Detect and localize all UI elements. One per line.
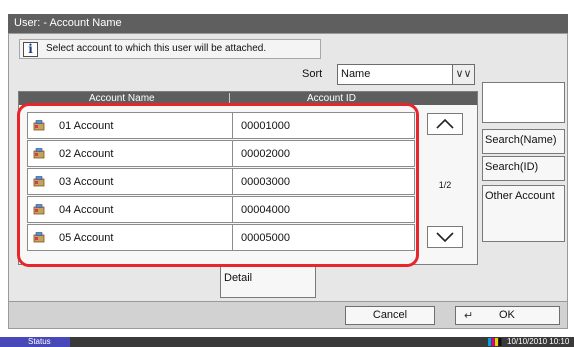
account-name-cell: 01 Account (28, 113, 233, 138)
account-id: 00005000 (241, 232, 290, 244)
search-input[interactable] (482, 82, 565, 123)
account-name: 05 Account (59, 232, 114, 244)
main-panel: i Select account to which this user will… (8, 33, 568, 329)
account-name-cell: 05 Account (28, 225, 233, 250)
account-id: 00002000 (241, 148, 290, 160)
account-name-cell: 02 Account (28, 141, 233, 166)
chevron-up-icon (436, 119, 454, 129)
status-button[interactable]: Status (0, 337, 70, 347)
message-text: Select account to which this user will b… (46, 43, 267, 54)
table-row[interactable]: 05 Account 00005000 (27, 224, 415, 251)
scroll-up-button[interactable] (427, 113, 463, 135)
account-id: 00001000 (241, 120, 290, 132)
cancel-button[interactable]: Cancel (345, 306, 435, 325)
account-name: 02 Account (59, 148, 114, 160)
account-id: 00004000 (241, 204, 290, 216)
header-divider (229, 93, 230, 104)
account-name-cell: 03 Account (28, 169, 233, 194)
page-indicator: 1/2 (438, 180, 452, 190)
message-box: i Select account to which this user will… (19, 39, 321, 59)
column-header-account-id: Account ID (307, 93, 356, 104)
bottom-bar: Cancel ↵ OK (9, 301, 567, 328)
detail-button[interactable]: Detail (220, 266, 316, 298)
column-header-account-name: Account Name (89, 93, 155, 104)
search-id-button[interactable]: Search(ID) (482, 156, 565, 181)
ok-label: OK (499, 309, 515, 321)
account-icon (33, 232, 45, 243)
account-name: 04 Account (59, 204, 114, 216)
table-row[interactable]: 02 Account 00002000 (27, 140, 415, 167)
account-icon (33, 176, 45, 187)
table-row[interactable]: 03 Account 00003000 (27, 168, 415, 195)
account-table: Account Name Account ID 01 Account 00001… (18, 91, 478, 265)
table-row[interactable]: 01 Account 00001000 (27, 112, 415, 139)
account-icon (33, 120, 45, 131)
enter-icon: ↵ (464, 310, 474, 322)
account-icon (33, 148, 45, 159)
toner-icon (488, 338, 502, 346)
account-name: 03 Account (59, 176, 114, 188)
ok-button[interactable]: ↵ OK (455, 306, 560, 325)
table-header: Account Name Account ID (19, 92, 477, 105)
account-id: 00003000 (241, 176, 290, 188)
account-name-cell: 04 Account (28, 197, 233, 222)
sort-label: Sort (302, 68, 323, 80)
sort-value: Name (341, 68, 371, 80)
account-name: 01 Account (59, 120, 114, 132)
double-chevron-down-icon[interactable]: ∨∨ (452, 65, 474, 84)
table-row[interactable]: 04 Account 00004000 (27, 196, 415, 223)
account-icon (33, 204, 45, 215)
window-title: User: - Account Name (8, 14, 568, 33)
status-bar: Status 10/10/2010 10:10 (0, 337, 574, 347)
sort-select[interactable]: Name ∨∨ (337, 64, 475, 85)
search-name-button[interactable]: Search(Name) (482, 129, 565, 154)
screen: User: - Account Name i Select account to… (0, 0, 574, 347)
info-icon: i (23, 42, 38, 57)
table-rows: 01 Account 00001000 02 Account 00002000 … (27, 112, 415, 252)
other-account-button[interactable]: Other Account (482, 185, 565, 242)
chevron-down-icon (436, 232, 454, 242)
status-datetime: 10/10/2010 10:10 (507, 337, 570, 346)
scroll-down-button[interactable] (427, 226, 463, 248)
